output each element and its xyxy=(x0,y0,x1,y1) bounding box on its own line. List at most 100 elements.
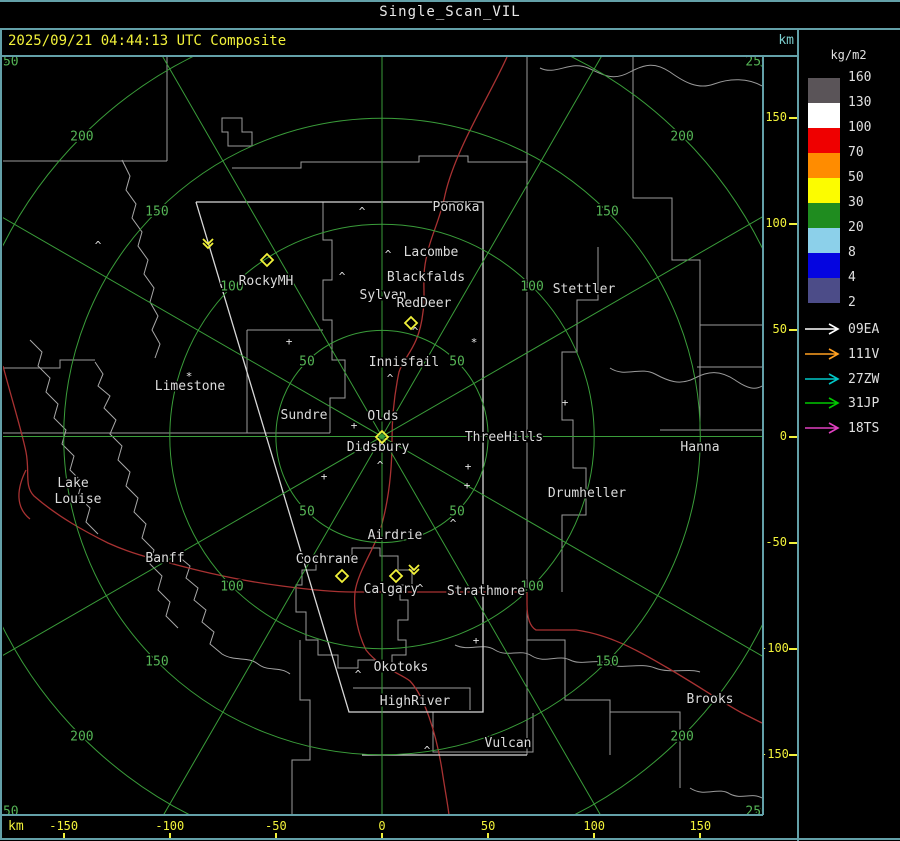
track-code-label: 09EA xyxy=(848,322,880,337)
y-tick-label: -100 xyxy=(760,640,789,655)
y-tick-label: 150 xyxy=(765,110,787,125)
city-label-louise: Louise xyxy=(55,492,102,507)
city-label-innisfail: Innisfail xyxy=(369,355,439,370)
x-tick-label: 100 xyxy=(583,819,606,833)
ring-label: 100 xyxy=(220,580,243,595)
ring-label: 200 xyxy=(670,129,693,144)
ring-label: 250 xyxy=(745,805,768,820)
track-arrow-icon xyxy=(805,397,840,410)
city-label-stettler: Stettler xyxy=(553,282,616,297)
scale-value-label: 160 xyxy=(848,70,872,85)
range-ring-250 xyxy=(3,57,762,815)
ring-label: 250 xyxy=(0,54,19,69)
town-caret-marker: ^ xyxy=(417,582,424,595)
town-caret-marker: ^ xyxy=(355,668,362,681)
city-label-drumheller: Drumheller xyxy=(548,486,626,501)
city-label-brooks: Brooks xyxy=(687,692,734,707)
legend-unit-label: kg/m2 xyxy=(830,48,867,62)
radar-site-diamond-marker xyxy=(388,568,404,584)
left-border xyxy=(0,29,2,838)
y-tick-mark xyxy=(789,753,797,756)
city-label-airdrie: Airdrie xyxy=(368,528,423,543)
track-arrow-icon xyxy=(805,323,840,335)
town-plus-marker: + xyxy=(286,335,293,348)
y-tick-mark xyxy=(789,435,797,438)
town-plus-marker: + xyxy=(351,419,358,432)
city-label-ponoka: Ponoka xyxy=(433,200,480,215)
scale-swatch xyxy=(808,128,840,153)
scale-swatch xyxy=(808,153,840,178)
town-plus-marker: + xyxy=(473,634,480,647)
map-right-border xyxy=(762,57,764,815)
ring-label: 150 xyxy=(595,655,618,670)
y-tick-mark xyxy=(789,117,797,120)
legend-separator xyxy=(797,28,799,841)
ring-label: 50 xyxy=(449,354,465,369)
track-code-label: 111V xyxy=(848,346,880,362)
city-label-reddeer: RedDeer xyxy=(397,296,452,311)
x-axis-unit-label: km xyxy=(8,819,24,834)
city-label-lake: Lake xyxy=(57,476,88,491)
track-arrow-icon xyxy=(805,348,840,360)
x-tick-label: 150 xyxy=(689,819,712,833)
radar-track-row: 18TS xyxy=(803,421,900,437)
scale-swatch xyxy=(808,278,840,303)
city-label-hanna: Hanna xyxy=(680,440,719,455)
x-tick-label: 0 xyxy=(378,819,386,833)
city-label-vulcan: Vulcan xyxy=(485,736,532,751)
city-label-rockymh: RockyMH xyxy=(239,274,294,289)
scale-swatch xyxy=(808,103,840,128)
scale-value-label: 30 xyxy=(848,195,864,210)
town-caret-marker: ^ xyxy=(359,205,366,218)
town-caret-marker: ^ xyxy=(424,744,431,757)
town-caret-marker: ^ xyxy=(412,325,419,338)
scale-value-label: 20 xyxy=(848,220,864,235)
city-label-olds: Olds xyxy=(367,409,398,424)
ring-label: 150 xyxy=(595,204,618,219)
bottom-border xyxy=(0,838,900,840)
city-label-sundre: Sundre xyxy=(281,408,328,423)
track-arrow-icon xyxy=(805,372,840,385)
scale-swatch xyxy=(808,78,840,103)
scale-value-label: 50 xyxy=(848,170,864,185)
track-code-label: 27ZW xyxy=(848,371,880,387)
mountain-boundaries xyxy=(29,159,291,675)
scale-swatch xyxy=(808,203,840,228)
scale-value-label: 2 xyxy=(848,295,856,310)
track-code-label: 18TS xyxy=(848,421,880,437)
scale-value-label: 8 xyxy=(848,245,856,260)
city-label-threehills: ThreeHills xyxy=(465,430,543,445)
town-star-marker: * xyxy=(471,336,478,349)
radar-track-row: 09EA xyxy=(803,322,900,337)
town-caret-marker: ^ xyxy=(387,372,394,385)
ring-label: 250 xyxy=(0,805,19,820)
radar-track-row: 111V xyxy=(803,346,900,362)
town-caret-marker: ^ xyxy=(95,239,102,252)
radar-track-row: 27ZW xyxy=(803,371,900,387)
ring-label: 100 xyxy=(520,279,543,294)
scale-swatch xyxy=(808,228,840,253)
y-tick-label: -150 xyxy=(760,746,789,761)
scale-value-label: 100 xyxy=(848,120,872,135)
town-caret-marker: ^ xyxy=(377,459,384,472)
radar-track-row: 31JP xyxy=(803,396,900,411)
town-caret-marker: ^ xyxy=(385,248,392,261)
y-tick-label: 0 xyxy=(779,428,787,443)
x-tick-label: -50 xyxy=(265,819,287,833)
y-tick-mark xyxy=(789,647,797,650)
radar-viewer-window: Single_Scan_VIL 2025/09/21 04:44:13 UTC … xyxy=(0,0,900,841)
city-label-cochrane: Cochrane xyxy=(296,552,359,567)
radar-site-diamond-marker xyxy=(334,568,350,584)
station-markers: ^ ^ ^ ^ ^ ^ ^ ^ ^ ^ ^ + + + + + + + * * xyxy=(95,205,569,757)
ring-label: 50 xyxy=(299,505,315,520)
city-label-blackfalds: Blackfalds xyxy=(387,270,465,285)
scale-value-label: 130 xyxy=(848,95,872,110)
range-rings xyxy=(3,57,762,815)
down-arrow-marker xyxy=(408,564,420,576)
ring-label: 250 xyxy=(745,54,768,69)
town-caret-marker: ^ xyxy=(339,270,346,283)
map-bottom-border xyxy=(0,814,763,816)
town-plus-marker: + xyxy=(464,479,471,492)
y-tick-label: -50 xyxy=(765,534,787,549)
ring-label: 150 xyxy=(145,655,168,670)
